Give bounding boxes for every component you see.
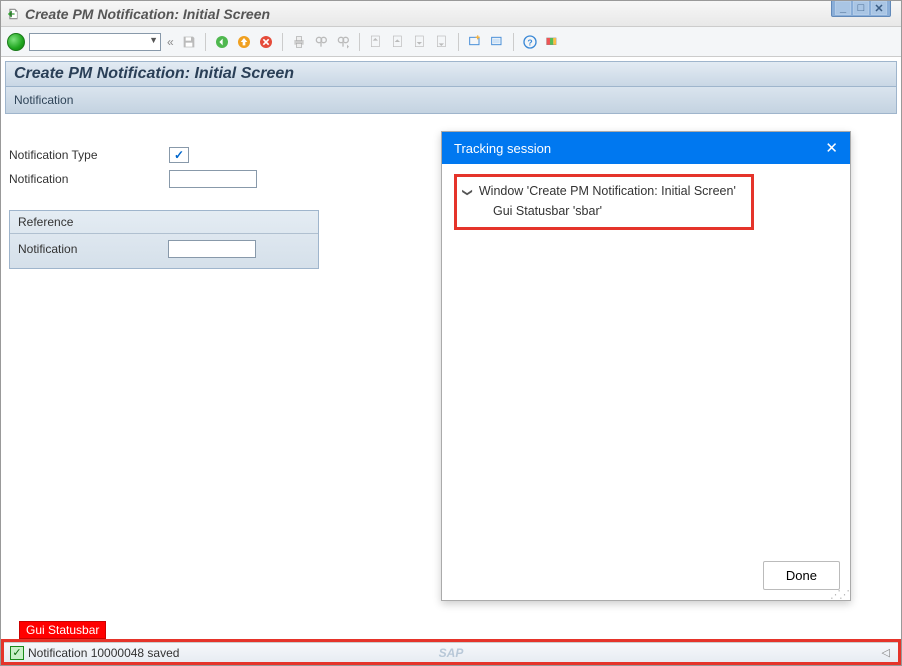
notification-type-checkbox[interactable]: ✓ [169, 147, 189, 163]
maximize-button[interactable]: □ [853, 1, 869, 15]
status-message: Notification 10000048 saved [28, 646, 179, 660]
tracking-titlebar[interactable]: Tracking session ✕ [442, 132, 850, 164]
notification-type-label: Notification Type [9, 148, 169, 162]
toolbar-divider [458, 33, 459, 51]
toolbar: « ? [1, 27, 901, 57]
statusbar-highlight: ✓ Notification 10000048 saved SAP ◁ [1, 639, 901, 665]
find-icon[interactable] [312, 33, 330, 51]
tracking-session-dialog: Tracking session ✕ ❯ Window 'Create PM N… [441, 131, 851, 601]
tracking-title: Tracking session [454, 141, 551, 156]
tree-child[interactable]: Gui Statusbar 'sbar' [493, 201, 745, 221]
create-shortcut-icon[interactable] [488, 33, 506, 51]
tree-root-label: Window 'Create PM Notification: Initial … [479, 184, 736, 198]
gui-statusbar-tag: Gui Statusbar [19, 621, 106, 639]
toolbar-divider [282, 33, 283, 51]
toolbar-divider [359, 33, 360, 51]
document-icon [7, 7, 21, 21]
layout-icon[interactable] [543, 33, 561, 51]
command-field[interactable] [29, 33, 161, 51]
notification-band: Notification [5, 87, 897, 114]
highlighted-tree-area: ❯ Window 'Create PM Notification: Initia… [454, 174, 754, 230]
notification-label: Notification [9, 172, 169, 186]
window-title: Create PM Notification: Initial Screen [25, 6, 895, 22]
reference-notification-input[interactable] [168, 240, 256, 258]
statusbar: ✓ Notification 10000048 saved SAP ◁ [4, 642, 898, 662]
toolbar-divider [513, 33, 514, 51]
collapse-toolbar-icon[interactable]: « [167, 35, 174, 49]
save-icon[interactable] [180, 33, 198, 51]
new-session-icon[interactable] [466, 33, 484, 51]
window-controls: _ □ ✕ [831, 0, 891, 17]
page-title: Create PM Notification: Initial Screen [5, 61, 897, 87]
sap-logo: SAP [439, 646, 464, 660]
reference-fieldset: Reference Notification [9, 210, 319, 269]
print-icon[interactable] [290, 33, 308, 51]
chevron-down-icon[interactable]: ❯ [462, 188, 473, 196]
enter-button[interactable] [7, 33, 25, 51]
tree-child-label: Gui Statusbar 'sbar' [493, 204, 602, 218]
close-window-button[interactable]: ✕ [871, 1, 887, 15]
notification-input[interactable] [169, 170, 257, 188]
svg-text:?: ? [527, 37, 532, 47]
app-window: _ □ ✕ Create PM Notification: Initial Sc… [0, 0, 902, 666]
first-page-icon[interactable] [367, 33, 385, 51]
find-next-icon[interactable] [334, 33, 352, 51]
done-button[interactable]: Done [763, 561, 840, 590]
tracking-body: ❯ Window 'Create PM Notification: Initia… [442, 164, 850, 551]
resize-grip-icon[interactable]: ⋰⋰ [830, 592, 848, 598]
reference-notification-label: Notification [18, 242, 168, 256]
next-page-icon[interactable] [411, 33, 429, 51]
tracking-close-icon[interactable]: ✕ [825, 139, 838, 157]
tracking-footer: Done [442, 551, 850, 600]
reference-legend: Reference [10, 211, 318, 234]
help-icon[interactable]: ? [521, 33, 539, 51]
window-titlebar: Create PM Notification: Initial Screen [1, 1, 901, 27]
exit-icon[interactable] [235, 33, 253, 51]
tree-root[interactable]: ❯ Window 'Create PM Notification: Initia… [463, 181, 745, 201]
prev-page-icon[interactable] [389, 33, 407, 51]
status-success-icon: ✓ [10, 646, 24, 660]
status-tray-icon[interactable]: ◁ [882, 646, 890, 659]
back-icon[interactable] [213, 33, 231, 51]
toolbar-divider [205, 33, 206, 51]
minimize-button[interactable]: _ [835, 1, 851, 15]
last-page-icon[interactable] [433, 33, 451, 51]
cancel-icon[interactable] [257, 33, 275, 51]
